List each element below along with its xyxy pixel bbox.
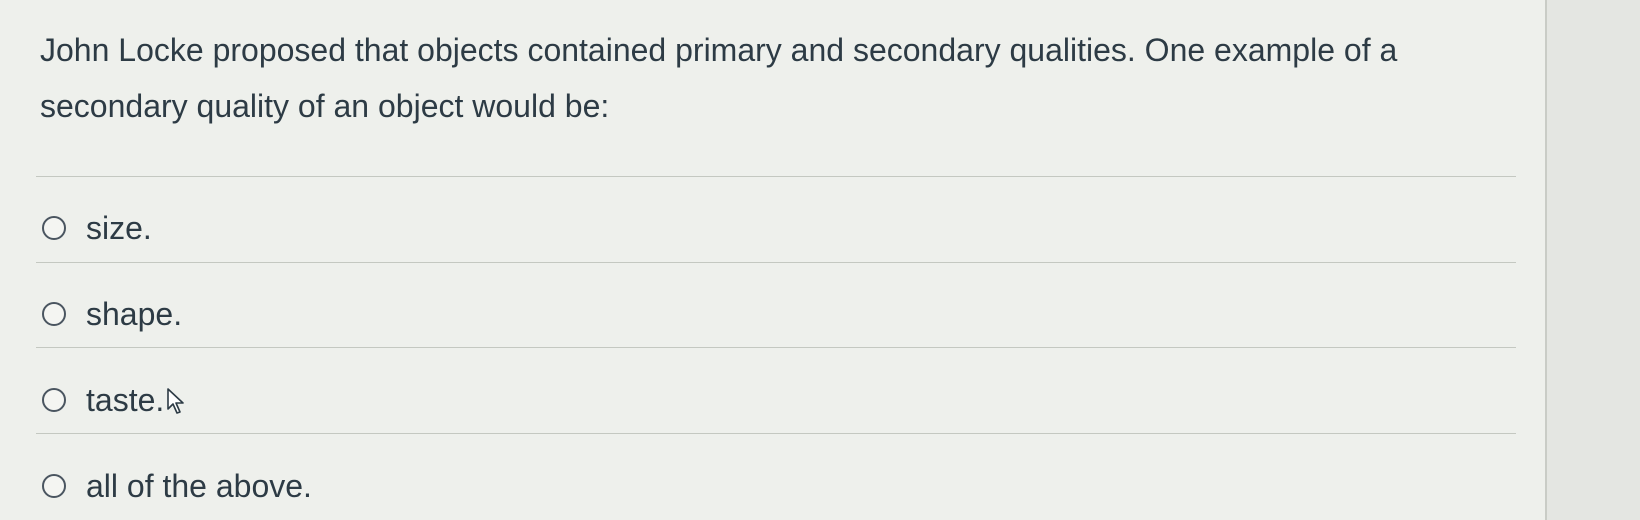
- answer-label: taste.: [86, 381, 165, 418]
- divider: [36, 347, 1516, 348]
- divider: [36, 433, 1516, 434]
- divider: [36, 262, 1516, 263]
- radio-button[interactable]: [42, 388, 66, 412]
- quiz-question-panel: John Locke proposed that objects contain…: [0, 0, 1547, 520]
- answer-label: shape.: [86, 295, 183, 332]
- radio-button[interactable]: [42, 216, 66, 240]
- question-text: John Locke proposed that objects contain…: [40, 32, 1398, 124]
- answer-option-shape[interactable]: shape.: [42, 294, 182, 334]
- answer-option-size[interactable]: size.: [42, 208, 152, 248]
- radio-button[interactable]: [42, 474, 66, 498]
- answer-label: size.: [86, 209, 152, 246]
- divider: [36, 176, 1516, 177]
- answer-option-taste[interactable]: taste.: [42, 380, 190, 420]
- answer-label: all of the above.: [86, 467, 312, 504]
- answer-option-all-of-the-above[interactable]: all of the above.: [42, 466, 312, 506]
- mouse-pointer-icon: [166, 387, 190, 422]
- radio-button[interactable]: [42, 302, 66, 326]
